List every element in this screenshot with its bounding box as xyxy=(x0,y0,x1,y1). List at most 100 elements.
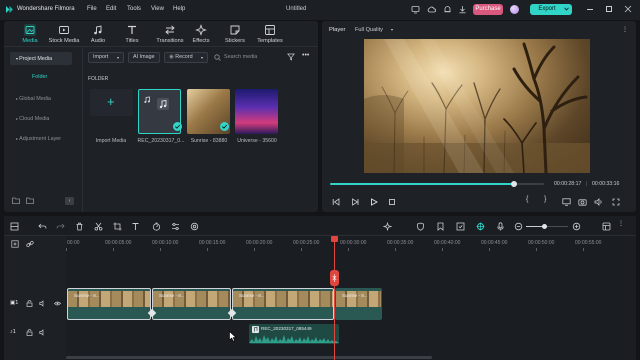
zoom-out-icon[interactable] xyxy=(514,222,523,231)
zoom-slider[interactable] xyxy=(526,224,568,229)
ai-image-button[interactable]: AI Image xyxy=(128,52,160,63)
sidebar-item-adjustment-layer[interactable]: ▸ Adjustment Layer xyxy=(10,132,80,145)
crop-icon[interactable] xyxy=(113,222,122,231)
layout-icon[interactable] xyxy=(10,222,19,231)
playback-progress[interactable] xyxy=(330,181,544,187)
snap-icon[interactable] xyxy=(476,222,485,231)
snapshot-icon[interactable] xyxy=(578,198,587,206)
marker-icon[interactable] xyxy=(436,222,445,231)
minimize-icon[interactable] xyxy=(587,9,593,10)
video-track-volume-icon[interactable] xyxy=(39,300,46,307)
audio-clip[interactable]: REC_20230317_085449 xyxy=(249,324,339,344)
maximize-icon[interactable] xyxy=(606,6,612,12)
filter-icon[interactable] xyxy=(287,53,295,61)
more-options-icon[interactable]: ••• xyxy=(302,52,309,59)
media-item-universe[interactable] xyxy=(235,89,278,134)
new-folder-icon[interactable] xyxy=(12,197,20,204)
video-clip[interactable]: Sunrise - 8... xyxy=(67,288,151,320)
playhead-split-handle[interactable] xyxy=(330,270,339,286)
import-media-tile[interactable]: + xyxy=(90,89,133,116)
adjust-icon[interactable] xyxy=(171,222,180,231)
ruler-tick-label: 00:00:15:00 xyxy=(199,240,226,246)
chevron-down-icon[interactable] xyxy=(564,7,569,11)
stop-icon[interactable] xyxy=(388,198,396,206)
ai-icon[interactable] xyxy=(383,222,392,231)
previous-frame-icon[interactable] xyxy=(332,198,340,206)
collapse-panel-icon[interactable]: ‹ xyxy=(65,197,74,205)
purchase-button[interactable]: Purchase xyxy=(473,4,503,15)
tab-transitions[interactable]: Transitions xyxy=(153,24,187,44)
shield-icon[interactable] xyxy=(416,222,425,231)
fullscreen-icon[interactable] xyxy=(612,198,620,206)
search-input[interactable]: Search media xyxy=(224,54,257,60)
video-clip[interactable]: Sunrise - 8... xyxy=(152,288,231,320)
speed-icon[interactable] xyxy=(152,222,161,231)
video-clip[interactable]: Sunrise - 8... xyxy=(335,288,382,320)
video-track-eye-icon[interactable] xyxy=(54,300,61,307)
sidebar-item-cloud-media[interactable]: ▸ Cloud Media xyxy=(10,112,72,125)
text-tool-icon[interactable] xyxy=(131,222,140,231)
delete-icon[interactable] xyxy=(75,222,84,231)
zoom-in-icon[interactable] xyxy=(572,222,581,231)
player-more-icon[interactable]: ⋮ xyxy=(622,26,628,33)
audio-waveform xyxy=(249,335,339,343)
import-dropdown[interactable]: Import ▾ xyxy=(88,52,124,63)
add-track-icon[interactable] xyxy=(11,240,19,248)
avatar[interactable] xyxy=(510,5,519,14)
menu-edit[interactable]: Edit xyxy=(106,6,116,12)
tab-media[interactable]: Media xyxy=(13,24,47,44)
render-icon[interactable] xyxy=(190,222,199,231)
menu-tools[interactable]: Tools xyxy=(127,6,141,12)
close-icon[interactable] xyxy=(624,5,632,13)
media-item-sunrise[interactable] xyxy=(187,89,230,134)
download-icon[interactable] xyxy=(458,5,467,14)
progress-handle[interactable] xyxy=(511,181,518,187)
folder-icon[interactable] xyxy=(26,197,34,204)
video-clip[interactable]: Sunrise - 8... xyxy=(232,288,334,320)
tab-stickers[interactable]: Stickers xyxy=(218,24,252,44)
split-icon[interactable] xyxy=(94,222,103,231)
tab-audio[interactable]: Audio xyxy=(81,24,115,44)
audio-clip-label: REC_20230317_085449 xyxy=(261,326,312,331)
undo-icon[interactable] xyxy=(38,222,47,231)
voiceover-icon[interactable] xyxy=(496,222,505,231)
menu-view[interactable]: View xyxy=(151,6,164,12)
video-track-lock-icon[interactable] xyxy=(26,300,33,307)
mark-out-icon[interactable]: } xyxy=(544,196,546,203)
timeline-scrollbar[interactable] xyxy=(66,356,432,359)
play-icon[interactable] xyxy=(370,198,378,206)
link-icon[interactable] xyxy=(26,240,34,248)
tab-titles[interactable]: Titles xyxy=(115,24,149,44)
timeline-more-icon[interactable]: ⋮ xyxy=(618,220,624,227)
step-back-icon[interactable] xyxy=(351,198,359,206)
media-item-rec[interactable] xyxy=(138,89,182,134)
media-item-sunrise-label: Sunrise - 83880 xyxy=(190,138,228,144)
redo-icon[interactable] xyxy=(56,222,65,231)
notification-icon[interactable] xyxy=(443,5,452,14)
playhead-handle[interactable] xyxy=(331,236,338,242)
ruler-tick-label: 00:00:30:00 xyxy=(340,240,367,246)
tab-templates[interactable]: Templates xyxy=(253,24,287,44)
audio-track-volume-icon[interactable] xyxy=(39,329,46,336)
replace-icon[interactable] xyxy=(456,222,465,231)
zoom-slider-handle[interactable] xyxy=(542,224,547,229)
quality-dropdown[interactable]: Full Quality ▾ xyxy=(355,27,393,33)
volume-icon[interactable] xyxy=(594,198,603,206)
cloud-upload-icon[interactable] xyxy=(427,5,436,14)
audio-track-lock-icon[interactable] xyxy=(26,329,33,336)
stickers-icon xyxy=(229,24,241,36)
video-preview[interactable] xyxy=(364,39,590,173)
timeline-settings-icon[interactable] xyxy=(602,222,611,231)
playhead[interactable] xyxy=(334,236,335,360)
record-dropdown[interactable]: ◉ Record ▾ xyxy=(164,52,208,63)
sidebar-item-project-media[interactable]: ▾ Project Media xyxy=(10,52,72,65)
tab-stock-media[interactable]: Stock Media xyxy=(47,24,81,44)
menu-help[interactable]: Help xyxy=(173,6,185,12)
display-settings-icon[interactable] xyxy=(562,198,571,206)
monitor-icon[interactable] xyxy=(411,5,420,14)
sidebar-item-folder[interactable]: Folder xyxy=(10,71,72,84)
tab-effects[interactable]: Effects xyxy=(184,24,218,44)
mark-in-icon[interactable]: { xyxy=(526,196,528,203)
sidebar-item-global-media[interactable]: ▸ Global Media xyxy=(10,92,72,105)
menu-file[interactable]: File xyxy=(87,6,97,12)
